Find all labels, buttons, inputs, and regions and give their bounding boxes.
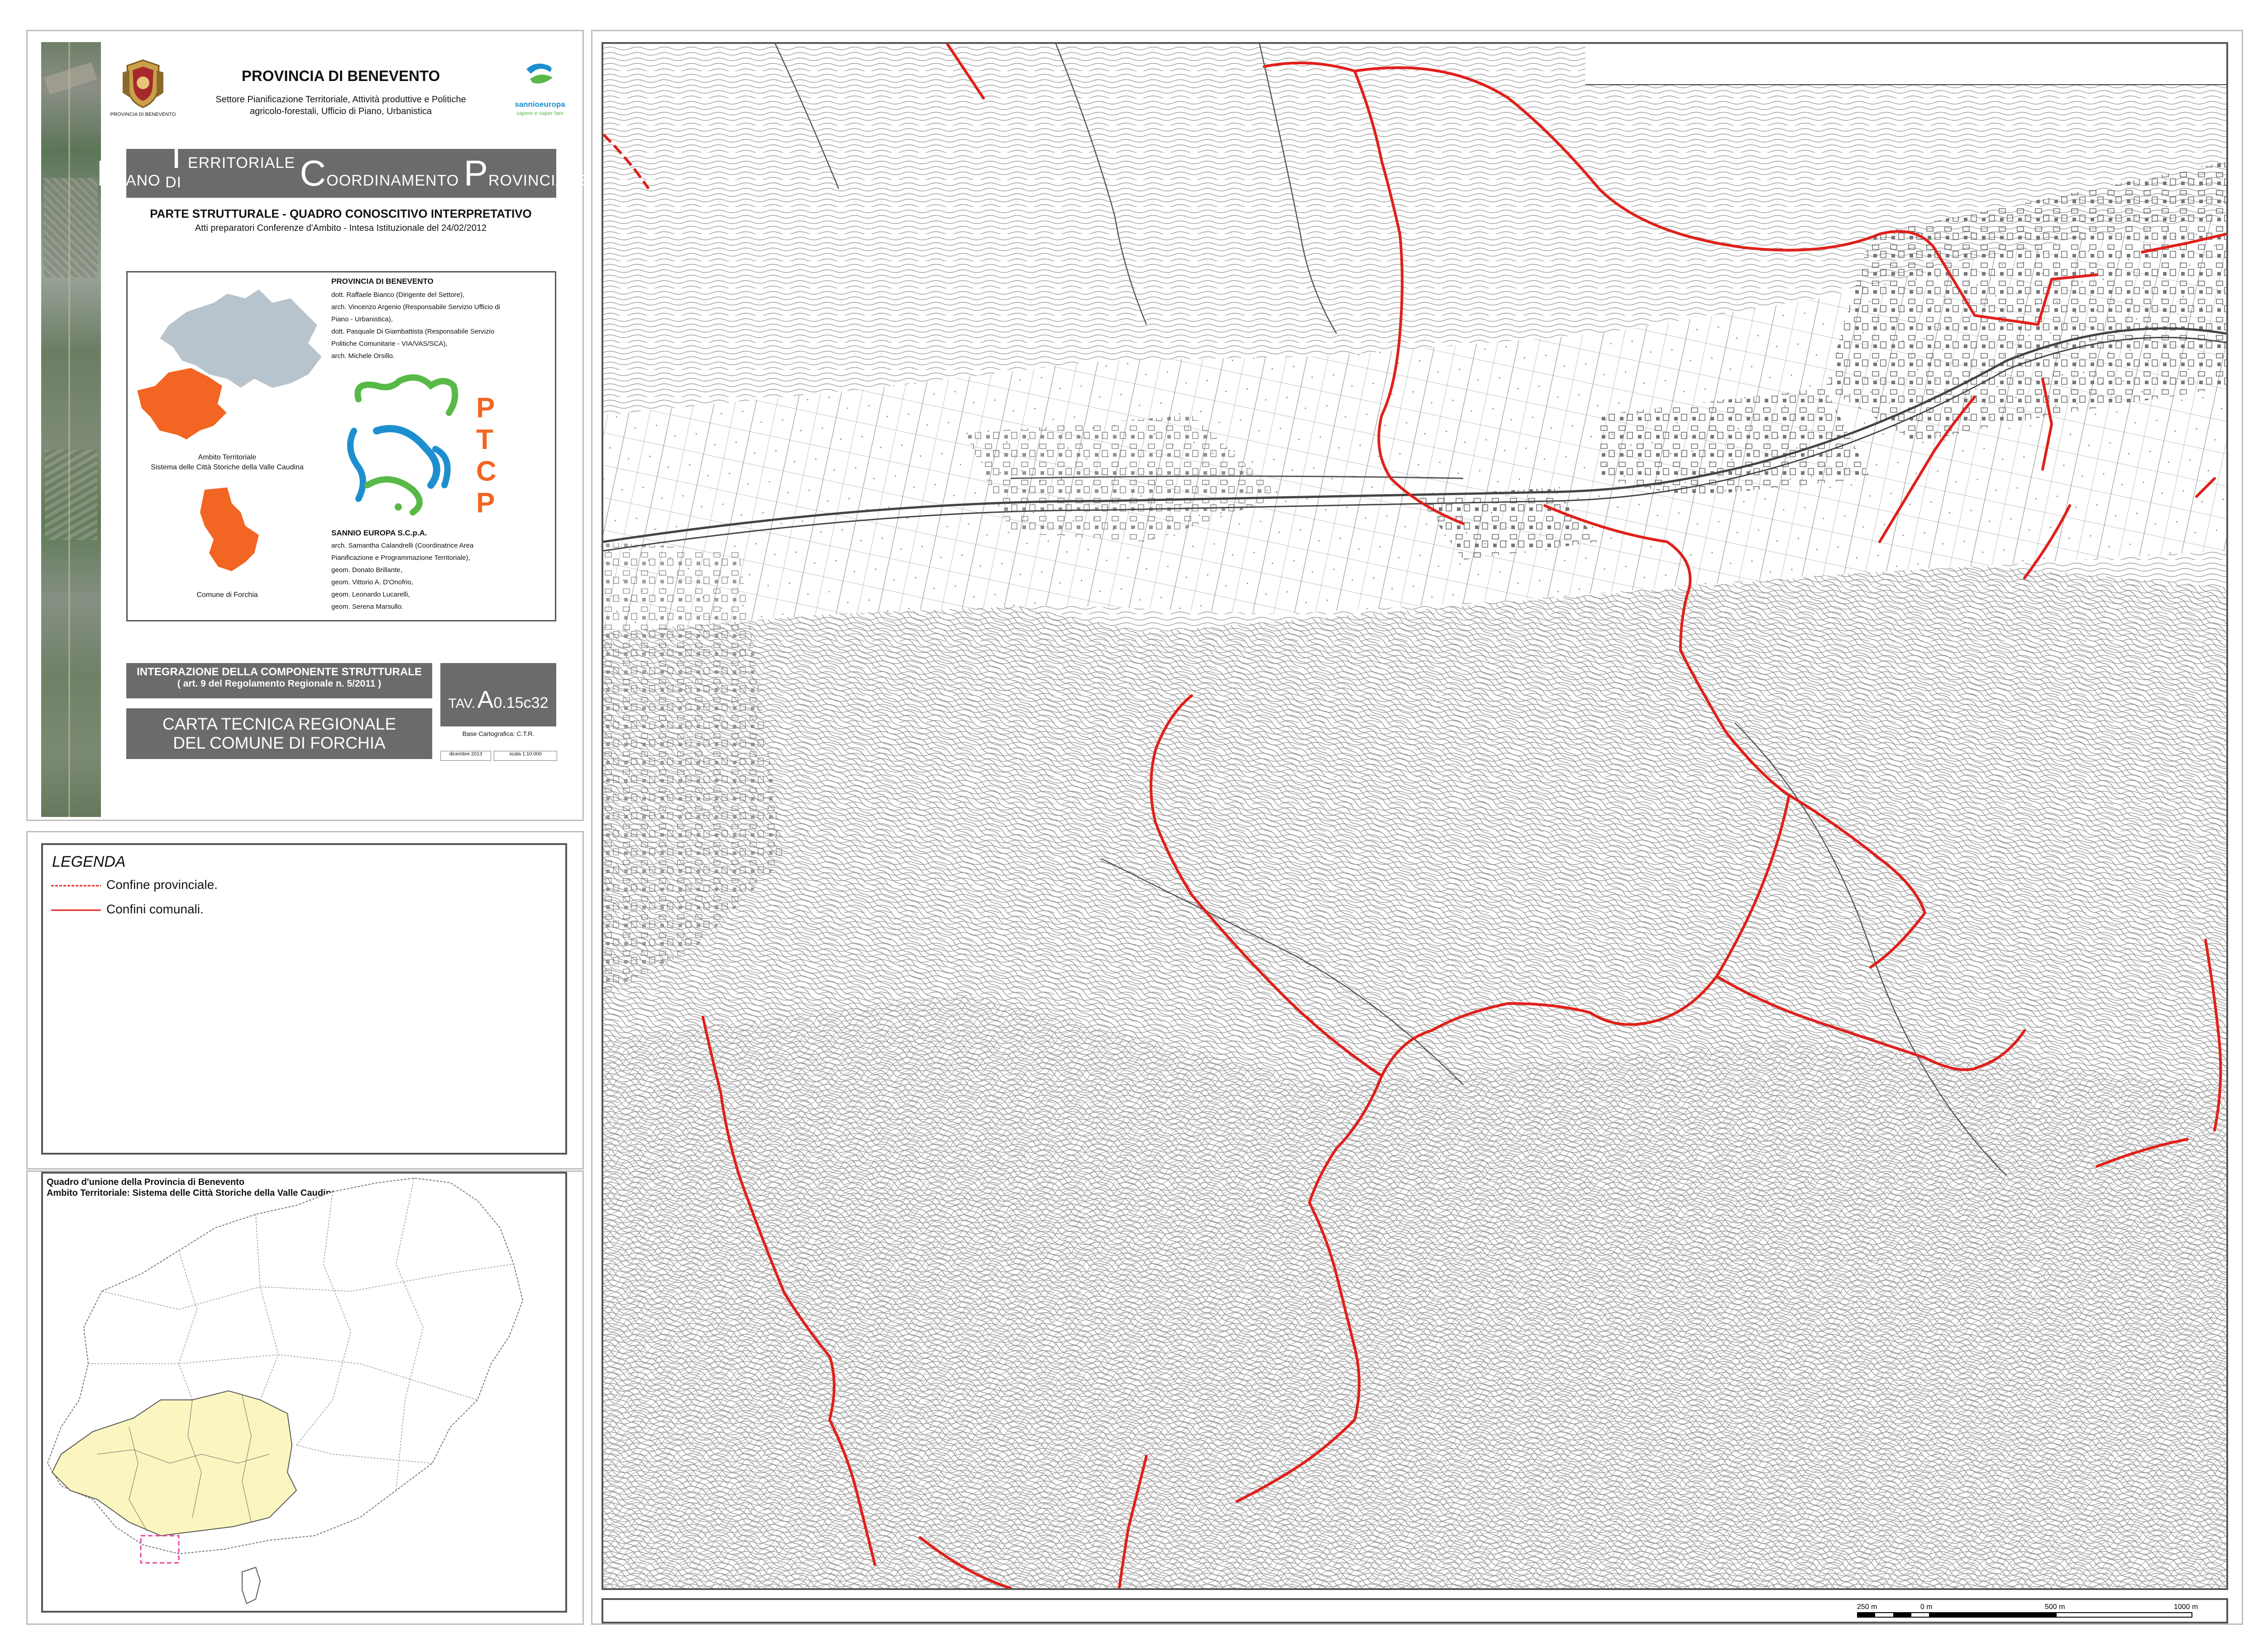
ptcp-word-2: TERRITORIALE DI (165, 135, 296, 191)
scale-label-250: 250 m (1857, 1603, 1877, 1611)
tav-code-box: TAV. A0.15c32 (440, 663, 556, 726)
tav-letter: A (477, 686, 494, 713)
ptcp-logo-icon: P T C P (347, 374, 497, 517)
department-line2: agricolo-forestali, Ufficio di Piano, Ur… (249, 106, 432, 116)
aerial-photo-strip (41, 42, 101, 817)
partner-logo-tagline: sapere e saper fare (516, 110, 564, 116)
province-credits-list: dott. Raffaele Bianco (Dirigente del Set… (331, 291, 500, 360)
comune-caption: Comune di Forchia (196, 591, 258, 599)
province-title: PROVINCIA DI BENEVENTO (241, 67, 440, 84)
ptcp-word-1: PIANO (96, 153, 161, 193)
legend-solid-swatch (51, 909, 101, 911)
ptcp-word-4: PROVINCIALE (463, 153, 586, 193)
map-title-line1: CARTA TECNICA REGIONALE (162, 715, 396, 733)
map-canvas (602, 42, 2228, 1590)
overview-province-map (47, 1177, 524, 1604)
crest-caption: PROVINCIA DI BENEVENTO (110, 112, 176, 117)
scale-label-0: 0 m (1920, 1603, 1933, 1611)
legend-item-municipal: Confini comunali. (106, 902, 204, 916)
main-map-frame: 250 m 0 m 500 m 1000 m (591, 30, 2243, 1625)
title-block-frame: PROVINCIA DI BENEVENTO PROVINCIA DI BENE… (26, 30, 586, 821)
scale-bar-strip: 250 m 0 m 500 m 1000 m (602, 1598, 2228, 1623)
ptcp-logo-letter-t: T (476, 424, 493, 455)
scale-cell: scala 1:10.000 (494, 751, 557, 761)
ambito-orange-map (136, 367, 228, 441)
date-cell: dicembre 2013 (440, 751, 491, 761)
legend-item-provincial: Confine provinciale. (106, 878, 218, 892)
legend-title: LEGENDA (52, 853, 126, 870)
integration-line2: ( art. 9 del Regolamento Regionale n. 5/… (177, 678, 382, 689)
legend-frame: LEGENDA Confine provinciale. Confini com… (26, 831, 584, 1170)
department-line1: Settore Pianificazione Territoriale, Att… (215, 95, 466, 105)
ptcp-logo-letter-c: C (476, 456, 497, 487)
scale-label-500: 500 m (2045, 1603, 2065, 1611)
base-cartografica: Base Cartografica: C.T.R. (462, 730, 535, 737)
part-title: PARTE STRUTTURALE - QUADRO CONOSCITIVO I… (150, 207, 532, 220)
overview-box: Quadro d'unione della Provincia di Benev… (41, 1172, 567, 1613)
ptcp-word-3: COORDINAMENTO (300, 153, 459, 193)
legend-dashed-swatch (51, 885, 101, 887)
scale-label-1000: 1000 m (2174, 1603, 2198, 1611)
ptcp-title-bar: PIANO TERRITORIALE DI COORDINAMENTO PROV… (96, 138, 586, 198)
tav-prefix: TAV. (448, 696, 475, 711)
tav-code: 0.15c32 (493, 694, 549, 711)
comune-orange-map (200, 487, 259, 571)
map-title-line2: DEL COMUNE DI FORCHIA (173, 734, 386, 752)
part-subtitle: Atti preparatori Conferenze d'Ambito - I… (195, 223, 487, 233)
ambito-caption-2: Sistema delle Città Storiche della Valle… (151, 463, 304, 471)
map-title-bar: CARTA TECNICA REGIONALE DEL COMUNE DI FO… (126, 708, 432, 759)
sannio-credits-list: arch. Samantha Calandrelli (Coordinatric… (331, 542, 474, 611)
province-crest-icon (123, 59, 163, 108)
legend-box: LEGENDA Confine provinciale. Confini com… (41, 843, 567, 1155)
province-credits-heading: PROVINCIA DI BENEVENTO (331, 277, 434, 286)
ptcp-logo-letter-p1: P (476, 392, 495, 424)
ambito-caption-1: Ambito Territoriale (198, 454, 257, 461)
integration-bar: INTEGRAZIONE DELLA COMPONENTE STRUTTURAL… (126, 663, 432, 698)
overview-frame: Quadro d'unione della Provincia di Benev… (26, 1170, 584, 1625)
scale-bar: 250 m 0 m 500 m 1000 m (1857, 1603, 2198, 1618)
integration-line1: INTEGRAZIONE DELLA COMPONENTE STRUTTURAL… (137, 666, 422, 678)
ptcp-logo-letter-p2: P (476, 487, 495, 517)
topographic-map (603, 44, 2226, 1588)
partner-logo-name: sannioeuropa (515, 100, 565, 109)
credits-box: Ambito Territoriale Sistema delle Città … (126, 271, 556, 621)
sannio-credits-heading: SANNIO EUROPA S.C.p.A. (331, 529, 427, 537)
sannio-europa-logo-icon (526, 63, 553, 84)
